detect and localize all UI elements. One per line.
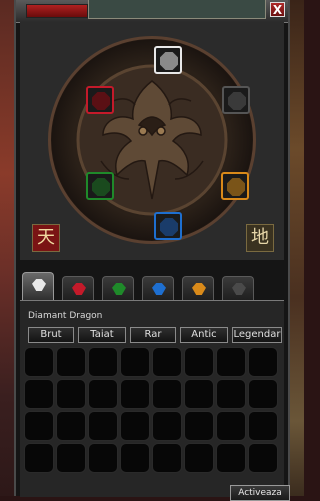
dragon-altar-panel: 天 地 (20, 22, 284, 260)
inventory-slot[interactable] (152, 411, 182, 441)
diamond-icon (32, 279, 46, 291)
dragon-soul-window: X 天 地 Diamant Dragon Brut Taiat Rar Anti… (14, 0, 290, 501)
heaven-glyph: 天 (32, 224, 60, 252)
filter-legendar-button[interactable]: Legendar (232, 327, 282, 343)
inventory-slot[interactable] (120, 347, 150, 377)
inventory-slot[interactable] (184, 411, 214, 441)
white-dragon-stone-slot[interactable] (154, 46, 182, 74)
hp-bar (26, 4, 88, 18)
inventory-title: Diamant Dragon (28, 311, 103, 321)
background-right (288, 0, 304, 496)
earth-glyph: 地 (246, 224, 274, 252)
inventory-slot[interactable] (88, 347, 118, 377)
inventory-slot[interactable] (56, 379, 86, 409)
filter-antic-button[interactable]: Antic (180, 327, 228, 343)
inventory-grid (24, 347, 280, 477)
dragon-stone-inventory: Diamant Dragon Brut Taiat Rar Antic Lege… (20, 300, 290, 501)
tab-garnet[interactable] (182, 276, 214, 300)
orange-dragon-stone-slot[interactable] (221, 172, 249, 200)
inventory-slot[interactable] (24, 443, 54, 473)
inventory-slot[interactable] (216, 379, 246, 409)
inventory-slot[interactable] (248, 347, 278, 377)
tab-diamond[interactable] (22, 272, 54, 300)
red-stone-icon (92, 92, 110, 110)
green-dragon-stone-slot[interactable] (86, 172, 114, 200)
inventory-slot[interactable] (152, 379, 182, 409)
garnet-icon (192, 283, 206, 295)
ruby-icon (72, 283, 86, 295)
inventory-slot[interactable] (216, 443, 246, 473)
sapphire-icon (152, 283, 166, 295)
inventory-slot[interactable] (24, 411, 54, 441)
inventory-slot[interactable] (120, 379, 150, 409)
inventory-slot[interactable] (152, 347, 182, 377)
inventory-slot[interactable] (248, 411, 278, 441)
filter-taiat-button[interactable]: Taiat (78, 327, 126, 343)
green-stone-icon (92, 178, 110, 196)
inventory-slot[interactable] (216, 347, 246, 377)
onyx-icon (232, 283, 246, 295)
tab-sapphire[interactable] (142, 276, 174, 300)
filter-brut-button[interactable]: Brut (28, 327, 74, 343)
blue-dragon-stone-slot[interactable] (154, 212, 182, 240)
tab-onyx[interactable] (222, 276, 254, 300)
inventory-slot[interactable] (184, 347, 214, 377)
white-stone-icon (160, 52, 178, 70)
title-bar[interactable]: X (16, 0, 288, 23)
title-panel (88, 0, 266, 19)
inventory-slot[interactable] (120, 411, 150, 441)
filter-rar-button[interactable]: Rar (130, 327, 176, 343)
gem-tab-row (20, 272, 284, 300)
inventory-slot[interactable] (88, 411, 118, 441)
inventory-slot[interactable] (152, 443, 182, 473)
inventory-slot[interactable] (248, 443, 278, 473)
inventory-slot[interactable] (56, 347, 86, 377)
orange-stone-icon (227, 178, 245, 196)
inventory-slot[interactable] (88, 443, 118, 473)
inventory-slot[interactable] (24, 347, 54, 377)
blue-stone-icon (160, 218, 178, 236)
inventory-slot[interactable] (88, 379, 118, 409)
inventory-slot[interactable] (184, 379, 214, 409)
inventory-slot[interactable] (184, 443, 214, 473)
red-dragon-stone-slot[interactable] (86, 86, 114, 114)
tab-ruby[interactable] (62, 276, 94, 300)
inventory-slot[interactable] (24, 379, 54, 409)
close-button[interactable]: X (270, 2, 285, 17)
inventory-slot[interactable] (56, 411, 86, 441)
activate-button[interactable]: Activeaza (230, 485, 290, 501)
inventory-slot[interactable] (56, 443, 86, 473)
inventory-slot[interactable] (120, 443, 150, 473)
tab-jade[interactable] (102, 276, 134, 300)
jade-icon (112, 283, 126, 295)
black-stone-icon (228, 92, 246, 110)
inventory-slot[interactable] (216, 411, 246, 441)
inventory-slot[interactable] (248, 379, 278, 409)
black-dragon-stone-slot[interactable] (222, 86, 250, 114)
